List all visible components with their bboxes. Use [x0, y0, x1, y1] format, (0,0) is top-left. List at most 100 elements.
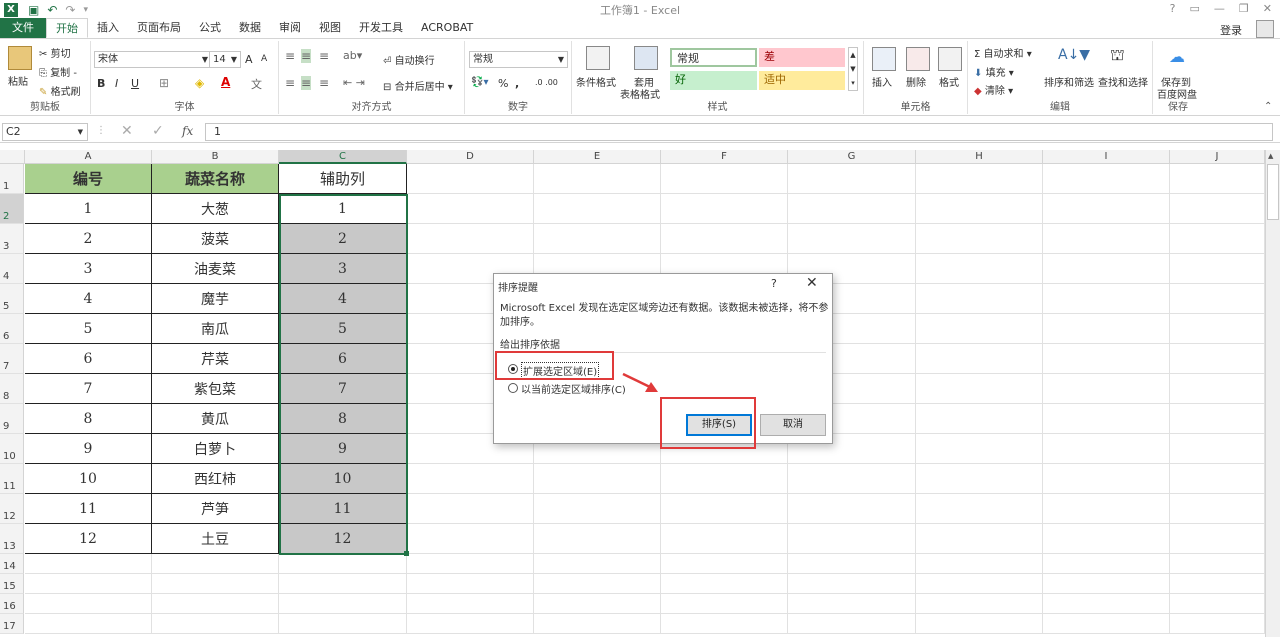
- grid-cell[interactable]: [534, 524, 661, 554]
- align-left-icon[interactable]: ≡: [285, 76, 295, 90]
- orientation-icon[interactable]: ab▾: [343, 49, 362, 62]
- fill-button[interactable]: ⬇ 填充 ▾: [974, 64, 1014, 79]
- table-cell[interactable]: 11: [279, 494, 407, 524]
- row-header[interactable]: 11: [0, 464, 24, 494]
- table-cell[interactable]: 12: [279, 524, 407, 554]
- currency-icon[interactable]: 💱▾: [471, 77, 488, 88]
- grid-cell[interactable]: [788, 464, 916, 494]
- increase-decimal-icon[interactable]: .0 .00: [535, 78, 558, 87]
- column-header-h[interactable]: H: [916, 150, 1043, 164]
- font-name-select[interactable]: 宋体 ▼: [94, 51, 212, 68]
- grid-cell[interactable]: [1043, 434, 1170, 464]
- close-window-icon[interactable]: ✕: [1263, 2, 1272, 15]
- table-cell[interactable]: 9: [25, 434, 152, 464]
- table-cell[interactable]: 5: [25, 314, 152, 344]
- grid-cell[interactable]: [1043, 314, 1170, 344]
- grid-cell[interactable]: [279, 574, 407, 594]
- phonetic-icon[interactable]: 文: [251, 76, 262, 92]
- current-selection-label[interactable]: 以当前选定区域排序(C): [521, 381, 626, 396]
- delete-cells-icon[interactable]: [906, 47, 930, 71]
- increase-font-button[interactable]: A: [245, 53, 253, 66]
- grid-cell[interactable]: [916, 284, 1043, 314]
- grid-cell[interactable]: [661, 614, 788, 634]
- grid-cell[interactable]: [25, 614, 152, 634]
- grid-cell[interactable]: [1170, 464, 1265, 494]
- style-good[interactable]: 好: [670, 71, 757, 90]
- align-right-icon[interactable]: ≡: [319, 76, 329, 90]
- styles-scroll-icon[interactable]: ▲ ▼ ▾: [848, 47, 858, 91]
- cancel-icon[interactable]: ✕: [121, 123, 133, 139]
- conditional-format-button[interactable]: 条件格式: [576, 74, 616, 89]
- grid-cell[interactable]: [788, 224, 916, 254]
- table-cell[interactable]: 3: [25, 254, 152, 284]
- table-cell[interactable]: 4: [279, 284, 407, 314]
- row-header[interactable]: 4: [0, 254, 24, 284]
- insert-cells-icon[interactable]: [872, 47, 896, 71]
- paste-icon[interactable]: [8, 46, 32, 70]
- sort-filter-button[interactable]: 排序和筛选: [1044, 74, 1094, 89]
- dialog-close-icon[interactable]: ✕: [806, 275, 818, 291]
- clear-button[interactable]: ◆ 清除 ▾: [974, 82, 1013, 97]
- underline-button[interactable]: U: [131, 77, 139, 90]
- table-header-cell[interactable]: 编号: [25, 164, 152, 194]
- grid-cell[interactable]: [534, 614, 661, 634]
- redo-icon[interactable]: ↷: [65, 3, 75, 17]
- table-cell[interactable]: 白萝卜: [152, 434, 279, 464]
- sort-filter-icon[interactable]: A↓▼: [1058, 47, 1090, 63]
- grid-cell[interactable]: [534, 194, 661, 224]
- grid-cell[interactable]: [407, 194, 534, 224]
- grid-cell[interactable]: [1043, 464, 1170, 494]
- grid-cell[interactable]: [916, 554, 1043, 574]
- row-header[interactable]: 9: [0, 404, 24, 434]
- grid-cell[interactable]: [916, 494, 1043, 524]
- grid-cell[interactable]: [788, 524, 916, 554]
- percent-button[interactable]: %: [498, 77, 508, 90]
- border-icon[interactable]: ⊞: [159, 76, 169, 90]
- grid-cell[interactable]: [661, 164, 788, 194]
- row-header[interactable]: 16: [0, 594, 24, 614]
- insert-button[interactable]: 插入: [872, 74, 892, 89]
- select-all-corner[interactable]: [0, 150, 25, 164]
- grid-cell[interactable]: [916, 314, 1043, 344]
- cancel-button[interactable]: 取消: [760, 414, 826, 436]
- grid-cell[interactable]: [661, 524, 788, 554]
- grid-cell[interactable]: [788, 594, 916, 614]
- align-top-icon[interactable]: ≡: [285, 49, 295, 63]
- table-cell[interactable]: 6: [279, 344, 407, 374]
- grid-cell[interactable]: [788, 554, 916, 574]
- grid-cell[interactable]: [407, 574, 534, 594]
- grid-cell[interactable]: [1170, 254, 1265, 284]
- table-cell[interactable]: 8: [279, 404, 407, 434]
- grid-cell[interactable]: [407, 524, 534, 554]
- grid-cell[interactable]: [661, 464, 788, 494]
- grid-cell[interactable]: [534, 574, 661, 594]
- grid-cell[interactable]: [661, 494, 788, 524]
- grid-cell[interactable]: [916, 224, 1043, 254]
- grid-cell[interactable]: [788, 194, 916, 224]
- grid-cell[interactable]: [916, 594, 1043, 614]
- align-center-icon[interactable]: ≡: [301, 76, 312, 90]
- grid-cell[interactable]: [788, 574, 916, 594]
- column-header-g[interactable]: G: [788, 150, 916, 164]
- tab-acrobat[interactable]: ACROBAT: [412, 18, 482, 38]
- minimize-icon[interactable]: —: [1214, 2, 1225, 15]
- font-color-icon[interactable]: A: [221, 75, 230, 89]
- grid-cell[interactable]: [1043, 524, 1170, 554]
- grid-cell[interactable]: [1170, 494, 1265, 524]
- table-cell[interactable]: 9: [279, 434, 407, 464]
- grid-cell[interactable]: [1043, 344, 1170, 374]
- grid-cell[interactable]: [534, 464, 661, 494]
- table-cell[interactable]: 12: [25, 524, 152, 554]
- table-cell[interactable]: 南瓜: [152, 314, 279, 344]
- scroll-up-icon[interactable]: ▲: [1268, 152, 1273, 160]
- style-normal[interactable]: 常规: [670, 48, 757, 67]
- avatar[interactable]: [1256, 20, 1274, 38]
- grid-cell[interactable]: [25, 594, 152, 614]
- grid-cell[interactable]: [407, 554, 534, 574]
- grid-cell[interactable]: [1170, 224, 1265, 254]
- row-header[interactable]: 13: [0, 524, 24, 554]
- grid-cell[interactable]: [534, 224, 661, 254]
- align-middle-icon[interactable]: ≡: [301, 49, 312, 63]
- align-bottom-icon[interactable]: ≡: [319, 49, 329, 63]
- row-header[interactable]: 12: [0, 494, 24, 524]
